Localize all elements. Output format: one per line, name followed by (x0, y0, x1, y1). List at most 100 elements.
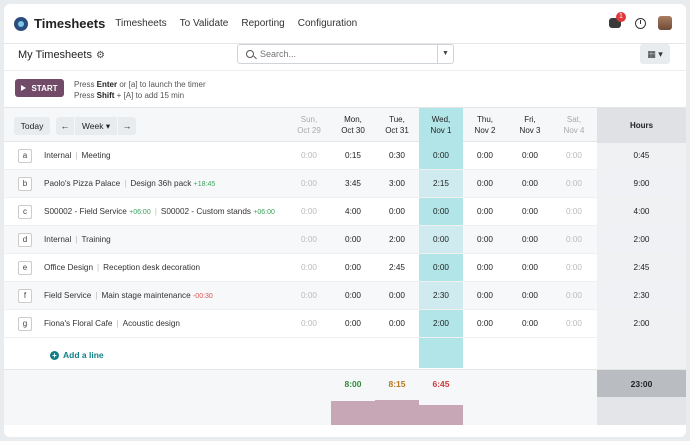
time-cell[interactable]: 0:00 (375, 310, 419, 338)
row-label[interactable]: Internal | Training (44, 226, 111, 254)
time-cell[interactable]: 0:00 (287, 142, 331, 170)
day-header-weekday: Thu, (476, 115, 493, 124)
time-cell[interactable]: 0:00 (552, 226, 596, 254)
day-header-weekday: Mon, (344, 115, 362, 124)
time-cell[interactable]: 0:00 (463, 142, 507, 170)
row-project: Fiona's Floral Cafe (44, 319, 113, 328)
search-input[interactable] (260, 49, 430, 59)
clock-icon[interactable] (635, 17, 646, 29)
app-name[interactable]: Timesheets (34, 16, 105, 31)
gear-icon[interactable]: ⚙ (96, 50, 105, 61)
time-cell[interactable]: 0:00 (508, 254, 552, 282)
label-separator: | (75, 151, 78, 160)
time-cell[interactable]: 0:00 (508, 198, 552, 226)
row-label[interactable]: Paolo's Pizza Palace | Design 36h pack +18… (44, 170, 215, 198)
chat-icon[interactable]: 1 (609, 12, 626, 28)
time-cell[interactable]: 2:00 (419, 310, 463, 338)
timesheets-logo-icon[interactable] (14, 16, 28, 31)
time-cell[interactable]: 2:45 (375, 254, 419, 282)
time-cell[interactable]: 0:00 (463, 170, 507, 198)
menu-item-to-validate[interactable]: To Validate (180, 18, 229, 29)
time-cell[interactable]: 0:00 (331, 282, 375, 310)
time-cell[interactable]: 0:00 (287, 170, 331, 198)
time-cell[interactable]: 0:00 (331, 254, 375, 282)
time-cell[interactable]: 0:00 (331, 310, 375, 338)
day-hours-bar (419, 405, 463, 425)
search-options-toggle[interactable]: ▼ (437, 45, 453, 63)
time-cell[interactable]: 0:15 (331, 142, 375, 170)
time-cell[interactable]: 0:00 (463, 254, 507, 282)
time-cell[interactable]: 0:00 (287, 310, 331, 338)
time-cell[interactable]: 0:00 (552, 198, 596, 226)
row-label[interactable]: Fiona's Floral Cafe | Acoustic design (44, 310, 180, 338)
range-selector-button[interactable]: Week ▾ (75, 117, 117, 135)
time-cell[interactable]: 0:00 (419, 254, 463, 282)
time-cell[interactable]: 4:00 (331, 198, 375, 226)
time-cell[interactable]: 0:00 (552, 170, 596, 198)
row-label[interactable]: Field Service | Main stage maintenance -00… (44, 282, 213, 310)
time-cell[interactable]: 0:00 (287, 198, 331, 226)
next-week-button[interactable]: → (118, 117, 136, 135)
menu-item-reporting[interactable]: Reporting (241, 18, 284, 29)
time-cell[interactable]: 0:00 (331, 226, 375, 254)
day-hours-bar (375, 400, 419, 425)
row-label[interactable]: Office Design | Reception desk decoration (44, 254, 200, 282)
time-cell[interactable]: 0:00 (552, 282, 596, 310)
time-cell[interactable]: 0:30 (375, 142, 419, 170)
time-cell[interactable]: 0:00 (552, 254, 596, 282)
today-button[interactable]: Today (14, 117, 50, 135)
time-cell[interactable]: 0:00 (375, 198, 419, 226)
time-cell[interactable]: 0:00 (287, 254, 331, 282)
row-label[interactable]: Internal | Meeting (44, 142, 111, 170)
time-cell[interactable]: 0:00 (463, 226, 507, 254)
task-remaining-hours: +18:45 (193, 181, 216, 188)
previous-week-button[interactable]: ← (56, 117, 74, 135)
label-separator: | (154, 207, 157, 216)
app-window: Timesheets Timesheets To Validate Report… (4, 4, 686, 437)
row-label[interactable]: S00002 - Field Service +06:00 | S00002 - C… (44, 198, 275, 226)
row-total-hours: 2:30 (633, 291, 650, 300)
grand-total: 23:00 (597, 370, 686, 398)
time-cell[interactable]: 0:00 (508, 226, 552, 254)
time-cell[interactable]: 2:00 (375, 226, 419, 254)
time-cell[interactable]: 3:45 (331, 170, 375, 198)
time-cell[interactable]: 0:00 (552, 310, 596, 338)
day-header-weekday: Sun, (300, 115, 318, 124)
table-row: f Field Service | Main stage maintenance -0… (4, 282, 686, 310)
day-header-6: Sat, Nov 4 (552, 108, 596, 143)
add-line-button[interactable]: + Add a line (50, 350, 104, 360)
time-cell[interactable]: 0:00 (287, 282, 331, 310)
menu-item-configuration[interactable]: Configuration (298, 18, 357, 29)
table-row: g Fiona's Floral Cafe | Acoustic design 0:00… (4, 310, 686, 338)
time-cell[interactable]: 0:00 (508, 282, 552, 310)
timer-help-line-2: Press Shift + [A] to add 15 min (74, 91, 185, 100)
time-cell[interactable]: 0:00 (375, 282, 419, 310)
time-cell[interactable]: 2:30 (419, 282, 463, 310)
time-cell[interactable]: 0:00 (419, 198, 463, 226)
search-bar: ▼ (237, 44, 454, 64)
time-cell[interactable]: 0:00 (508, 170, 552, 198)
task-remaining-hours: -00:30 (192, 293, 213, 300)
time-cell[interactable]: 0:00 (419, 226, 463, 254)
grid-header: Today ← Week ▾ → Hours Sun, Oct 29 Mon, Oct… (4, 107, 686, 143)
time-cell[interactable]: 0:00 (419, 142, 463, 170)
view-switcher-button[interactable]: ▦ ▾ (640, 44, 670, 64)
time-cell[interactable]: 0:00 (463, 282, 507, 310)
day-header-weekday: Tue, (389, 115, 405, 124)
time-cell[interactable]: 0:00 (552, 142, 596, 170)
day-header-date: Nov 2 (474, 126, 496, 135)
label-separator: | (75, 235, 78, 244)
label-separator: | (95, 291, 98, 300)
time-cell[interactable]: 0:00 (287, 226, 331, 254)
day-total: 8:15 (388, 379, 406, 389)
menu-item-timesheets[interactable]: Timesheets (115, 18, 166, 29)
time-cell[interactable]: 0:00 (463, 198, 507, 226)
time-cell[interactable]: 2:15 (419, 170, 463, 198)
time-cell[interactable]: 3:00 (375, 170, 419, 198)
time-cell[interactable]: 0:00 (508, 142, 552, 170)
hours-bar-cell (597, 397, 686, 425)
user-avatar[interactable] (658, 16, 672, 30)
time-cell[interactable]: 0:00 (508, 310, 552, 338)
time-cell[interactable]: 0:00 (463, 310, 507, 338)
start-timer-button[interactable]: START (15, 79, 64, 97)
